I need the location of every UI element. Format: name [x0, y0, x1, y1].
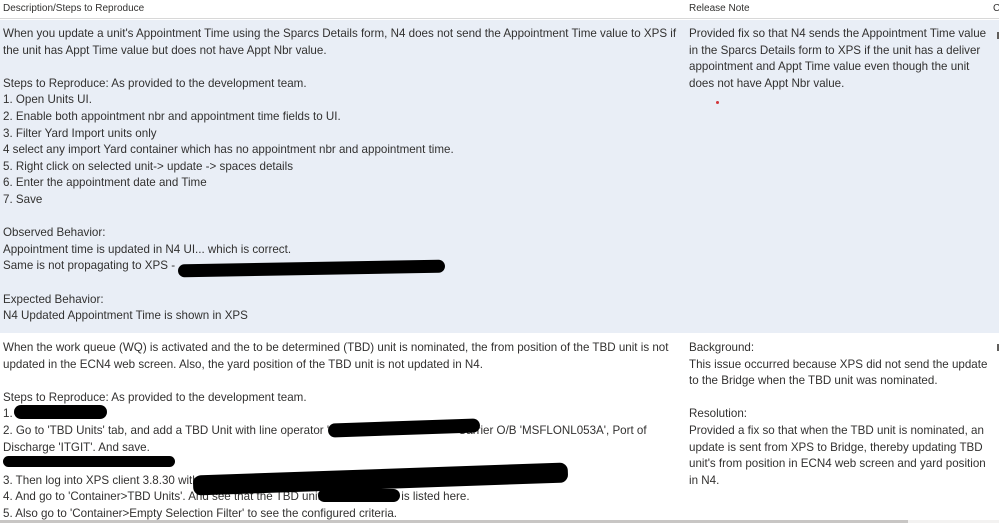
text-line: update is sent from XPS to Bridge, there…: [689, 440, 983, 454]
text-line: Appointment time is updated in N4 UI... …: [3, 242, 292, 256]
text-line: When the work queue (WQ) is activated an…: [3, 341, 669, 354]
table-row[interactable]: When you update a unit's Appointment Tim…: [0, 20, 999, 333]
release-note-cell: Provided fix so that N4 sends the Appoin…: [689, 26, 989, 92]
description-cell: When you update a unit's Appointment Tim…: [3, 26, 683, 325]
text-line: to the Bridge when the TBD unit was nomi…: [689, 374, 938, 388]
text-line: unit's from position in ECN4 web screen …: [689, 457, 986, 471]
text-line: in N4.: [689, 473, 720, 487]
table-header: Description/Steps to Reproduce Release N…: [0, 0, 999, 19]
text-line: This issue occurred because XPS did not …: [689, 357, 988, 371]
text-line: [3, 275, 683, 292]
text-line: Expected Behavior:: [3, 292, 104, 306]
cursor-dot: [716, 101, 719, 104]
text-line: Steps to Reproduce: As provided to the d…: [3, 76, 307, 90]
text-line: [3, 373, 683, 390]
text-line: 5. Right click on selected unit-> update…: [3, 159, 294, 173]
text-line: updated in the ECN4 web screen. Also, th…: [3, 357, 483, 371]
text-line: appointment and Appt Time value even tho…: [689, 60, 970, 74]
redaction-mark: [14, 405, 107, 419]
text-line: 3. Filter Yard Import units only: [3, 126, 157, 140]
text-line: [689, 390, 989, 407]
text-line: [3, 59, 683, 76]
text-line: the unit has Appt Time value but does no…: [3, 43, 327, 57]
table-row[interactable]: When the work queue (WQ) is activated an…: [0, 334, 999, 523]
text-line: 1. Open Units UI.: [3, 93, 92, 107]
text-line: Background:: [689, 341, 755, 354]
text-line: Resolution:: [689, 407, 748, 421]
text-line: N4 Updated Appointment Time is shown in …: [3, 309, 248, 323]
text-line: does not have Appt Nbr value.: [689, 76, 845, 90]
text-line: Provided fix so that N4 sends the Appoin…: [689, 27, 987, 40]
column-header-release-note[interactable]: Release Note: [689, 3, 750, 14]
redaction-mark: [3, 456, 175, 467]
text-line: Steps to Reproduce: As provided to the d…: [3, 390, 307, 404]
text-line: 4 select any import Yard container which…: [3, 143, 454, 157]
text-line: 7. Save: [3, 192, 43, 206]
text-line: Discharge 'ITGIT'. And save.: [3, 440, 150, 454]
text-line: [3, 209, 683, 226]
column-header-description[interactable]: Description/Steps to Reproduce: [3, 3, 144, 14]
text-line: 6. Enter the appointment date and Time: [3, 176, 207, 190]
text-line: 2. Enable both appointment nbr and appoi…: [3, 109, 341, 123]
release-note-cell: Background: This issue occurred because X…: [689, 340, 989, 489]
column-header-extra[interactable]: C: [993, 3, 999, 14]
redaction-mark: [318, 489, 400, 502]
text-line: Provided a fix so that when the TBD unit…: [689, 423, 984, 437]
text-line: in the Sparcs Details form to XPS if the…: [689, 43, 981, 57]
text-line: Observed Behavior:: [3, 226, 106, 240]
text-line: When you update a unit's Appointment Tim…: [3, 27, 677, 40]
